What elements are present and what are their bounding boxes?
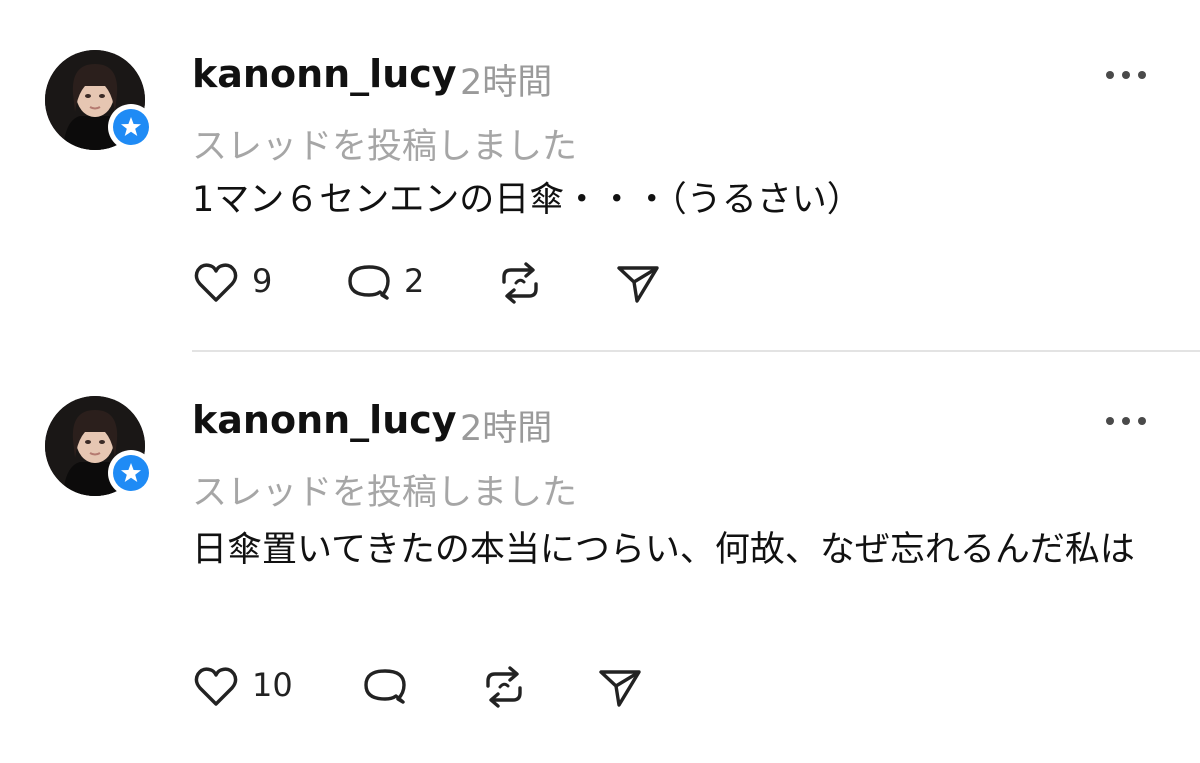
share-icon [617, 266, 659, 303]
share-button[interactable] [596, 664, 644, 710]
like-button[interactable]: 9 [192, 260, 282, 306]
post-status: スレッドを投稿しました [192, 473, 578, 513]
post-time: 2時間 [460, 409, 553, 449]
more-icon [1106, 71, 1146, 79]
reply-button[interactable] [360, 664, 408, 710]
post-divider [192, 350, 1200, 352]
repost-button[interactable] [480, 664, 528, 710]
verified-badge [108, 104, 154, 150]
verified-star-icon [121, 117, 141, 136]
verified-badge [108, 450, 154, 496]
repost-icon [486, 666, 522, 708]
post-time: 2時間 [460, 63, 553, 103]
share-icon [599, 670, 641, 707]
verified-star-icon [121, 463, 141, 482]
heart-icon [194, 667, 238, 706]
reply-button[interactable]: 2 [344, 260, 434, 306]
username[interactable]: kanonn_lucy [192, 398, 457, 442]
reply-icon [348, 265, 390, 300]
more-button[interactable] [1104, 412, 1148, 425]
like-count: 9 [252, 262, 273, 300]
post-text: 日傘置いてきたの本当につらい、何故、なぜ忘れるんだ私は [192, 530, 1135, 570]
repost-icon [502, 262, 538, 304]
username[interactable]: kanonn_lucy [192, 52, 457, 96]
heart-icon [194, 263, 238, 302]
reply-icon [364, 669, 406, 704]
post-text: 1マン６センエンの日傘・・・（うるさい） [192, 180, 862, 220]
repost-button[interactable] [496, 260, 544, 306]
reply-count: 2 [404, 262, 425, 300]
like-button[interactable]: 10 [192, 664, 302, 710]
like-count: 10 [252, 666, 293, 704]
more-button[interactable] [1104, 66, 1148, 79]
post-status: スレッドを投稿しました [192, 127, 578, 167]
more-icon [1106, 417, 1146, 425]
share-button[interactable] [614, 260, 662, 306]
